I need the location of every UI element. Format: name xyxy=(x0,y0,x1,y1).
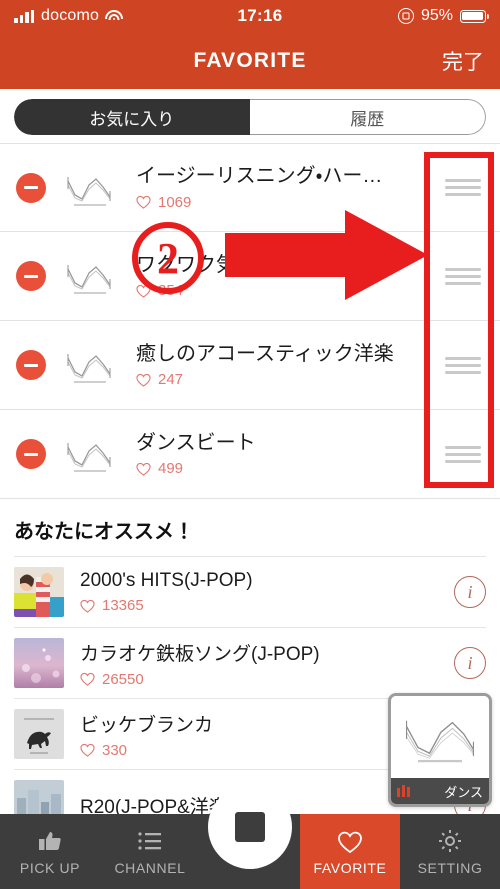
nav-label-pickup: PICK UP xyxy=(19,859,81,876)
rotation-lock-icon xyxy=(397,8,414,24)
like-count-group: 26550 xyxy=(80,671,454,688)
drag-handle-icon[interactable] xyxy=(426,232,500,320)
mini-player-bar: ダンス xyxy=(391,778,489,804)
like-count-group: 13365 xyxy=(80,597,454,614)
waveform-thumbnail xyxy=(62,253,118,299)
info-circle-icon[interactable]: i xyxy=(454,576,486,608)
album-art xyxy=(14,638,64,688)
nav-item-pickup[interactable]: PICK UP xyxy=(0,814,100,889)
tab-history[interactable]: 履歴 xyxy=(249,99,486,135)
like-count-group: 499 xyxy=(136,460,418,477)
step-number-annotation: 2 xyxy=(132,222,204,294)
heart-icon xyxy=(80,672,95,686)
info-circle-icon[interactable]: i xyxy=(454,647,486,679)
waveform-thumbnail xyxy=(62,165,118,211)
thumbs-up-icon xyxy=(37,828,63,854)
waveform-thumbnail xyxy=(62,431,118,477)
heart-icon xyxy=(136,462,151,476)
nav-item-favorite[interactable]: FAVORITE xyxy=(300,814,400,889)
status-bar-left: docomo xyxy=(14,7,124,25)
segmented-control: お気に入り 履歴 xyxy=(14,99,486,135)
like-count: 13365 xyxy=(102,597,144,614)
table-row[interactable]: ダンスビート 499 xyxy=(0,410,500,499)
page-title: FAVORITE xyxy=(193,48,307,72)
favorite-title: ダンスビート xyxy=(136,431,256,454)
stop-button-icon[interactable] xyxy=(208,785,292,869)
nav-bar: FAVORITE 完了 xyxy=(0,32,500,89)
nav-label-favorite: FAVORITE xyxy=(313,859,387,876)
minus-circle-icon[interactable] xyxy=(16,439,46,469)
like-count: 26550 xyxy=(102,670,144,688)
battery-icon xyxy=(459,9,489,23)
done-button[interactable]: 完了 xyxy=(442,46,484,76)
table-row[interactable]: 癒しのアコースティック洋楽 247 xyxy=(0,321,500,410)
like-count: 499 xyxy=(158,460,184,478)
table-row[interactable]: ワクワク気分 HITS インスト 354 xyxy=(0,232,500,321)
nav-item-setting[interactable]: SETTING xyxy=(400,814,500,889)
drag-handle-icon[interactable] xyxy=(426,144,500,231)
like-count: 330 xyxy=(102,741,128,759)
row-text: イージーリスニング・ハー… 1069 xyxy=(118,164,426,210)
heart-icon xyxy=(80,743,95,757)
drag-handle-icon[interactable] xyxy=(426,410,500,498)
minus-circle-icon[interactable] xyxy=(16,350,46,380)
mini-player-artwork xyxy=(391,696,489,778)
equalizer-icon xyxy=(397,785,410,797)
row-text: 癒しのアコースティック洋楽 247 xyxy=(118,342,426,388)
recommend-title: カラオケ鉄板ソング(J-POP) xyxy=(80,643,320,665)
status-bar-right: 95% xyxy=(397,7,489,25)
like-count-group: 1069 xyxy=(136,194,418,211)
stop-square xyxy=(235,812,265,842)
row-text: ダンスビート 499 xyxy=(118,431,426,477)
recommend-heading: あなたにオススメ！ xyxy=(14,521,194,543)
favorite-title: 癒しのアコースティック洋楽 xyxy=(136,342,394,365)
row-text: カラオケ鉄板ソング(J-POP) 26550 xyxy=(64,639,454,688)
heart-icon xyxy=(80,599,95,613)
gear-icon xyxy=(437,828,463,854)
nav-label-channel: CHANNEL xyxy=(114,859,186,876)
heart-icon xyxy=(337,828,363,854)
segmented-control-wrap: お気に入り 履歴 xyxy=(0,89,500,143)
list-item[interactable]: カラオケ鉄板ソング(J-POP) 26550 i xyxy=(14,627,486,698)
like-count: 1069 xyxy=(158,193,192,211)
album-art xyxy=(14,567,64,617)
mini-player-label: ダンス xyxy=(444,784,483,800)
wifi-icon xyxy=(105,10,124,22)
row-text: 2000's HITS(J-POP) 13365 xyxy=(64,570,454,614)
drag-handle-icon[interactable] xyxy=(426,321,500,409)
favorite-title: イージーリスニング・ハー… xyxy=(136,165,383,188)
app-screen: docomo 17:16 95% FAVORITE 完了 お気に入り 履歴 イー… xyxy=(0,0,500,889)
favorites-list: イージーリスニング・ハー… 1069 ワクワク気分 HITS インスト 354 … xyxy=(0,143,500,499)
waveform-thumbnail xyxy=(62,342,118,388)
heart-icon xyxy=(136,373,151,387)
album-art xyxy=(14,709,64,759)
list-item[interactable]: 2000's HITS(J-POP) 13365 i xyxy=(14,556,486,627)
list-icon xyxy=(137,828,163,854)
battery-percent-label: 95% xyxy=(420,7,453,24)
nav-item-channel[interactable]: CHANNEL xyxy=(100,814,200,889)
table-row[interactable]: イージーリスニング・ハー… 1069 xyxy=(0,143,500,232)
like-count: 247 xyxy=(158,371,184,389)
nav-label-setting: SETTING xyxy=(417,859,483,876)
status-bar: docomo 17:16 95% xyxy=(0,0,500,32)
minus-circle-icon[interactable] xyxy=(16,172,46,203)
like-count-group: 247 xyxy=(136,371,418,388)
signal-bars-icon xyxy=(14,9,34,23)
heart-icon xyxy=(136,196,151,209)
minus-circle-icon[interactable] xyxy=(16,261,46,291)
mini-player[interactable]: ダンス xyxy=(388,693,492,807)
carrier-label: docomo xyxy=(41,7,100,24)
status-bar-clock: 17:16 xyxy=(237,6,283,25)
tab-favorites[interactable]: お気に入り xyxy=(14,99,250,135)
recommend-title: 2000's HITS(J-POP) xyxy=(80,570,253,591)
